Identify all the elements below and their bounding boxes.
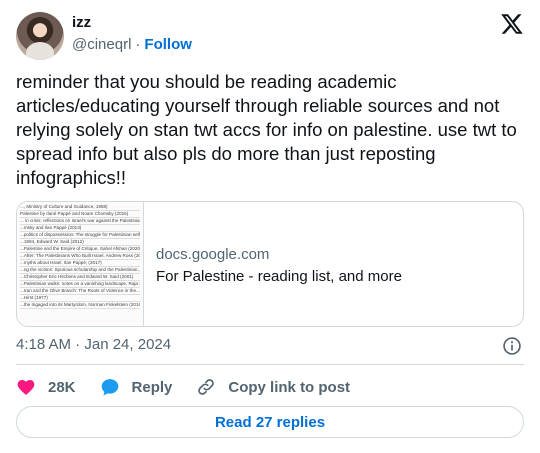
separator-dot: · bbox=[135, 36, 141, 53]
thumbnail-line: ..., Ministry of Culture and Guidance, 1… bbox=[20, 204, 140, 211]
like-button[interactable]: 28K bbox=[16, 377, 100, 397]
thumbnail-line: ...Hirst (1977) bbox=[20, 295, 140, 302]
copy-link-label: Copy link to post bbox=[228, 378, 351, 396]
link-preview-card[interactable]: ..., Ministry of Culture and Guidance, 1… bbox=[16, 201, 524, 327]
card-thumbnail: ..., Ministry of Culture and Guidance, 1… bbox=[17, 202, 144, 326]
thumbnail-line: ...msky and Ilan Pappé (2013) bbox=[20, 225, 140, 232]
thumbnail-line: ...After: The Palestinians Who Built Isr… bbox=[20, 253, 140, 260]
thumbnail-line: ...Palestinian walks: notes on a vanishi… bbox=[20, 281, 140, 288]
author-name[interactable]: izz bbox=[72, 14, 91, 31]
action-bar: 28K Reply Copy link to post bbox=[16, 374, 350, 400]
link-icon bbox=[198, 379, 215, 395]
thumbnail-line: ... in crisis: reflections on Israel's w… bbox=[20, 218, 140, 225]
thumbnail-line: ...Christopher Eric Hitchens and Edward … bbox=[20, 274, 140, 281]
read-replies-button[interactable]: Read 27 replies bbox=[16, 406, 524, 438]
reply-bubble-icon bbox=[101, 379, 118, 396]
heart-icon bbox=[17, 380, 35, 395]
thumbnail-line: ...politics of dispossession: The strugg… bbox=[20, 232, 140, 239]
reply-label: Reply bbox=[131, 378, 173, 396]
thumbnail-line: ...Palestine and the Empire of Critique,… bbox=[20, 246, 140, 253]
thumbnail-line: ...ng the victims: Spurious scholarship … bbox=[20, 267, 140, 274]
tweet-timestamp[interactable]: 4:18 AM · Jan 24, 2024 bbox=[16, 336, 171, 353]
thumbnail-line: Palestine by Ilané Pappé and Noam Chomsk… bbox=[20, 211, 140, 218]
thumbnail-line: ...myths about Israel, Ilan Pappé, (2017… bbox=[20, 260, 140, 267]
like-count: 28K bbox=[48, 378, 76, 396]
avatar[interactable] bbox=[16, 12, 64, 60]
info-icon[interactable] bbox=[502, 336, 522, 356]
author-handle-row: @cineqrl · Follow bbox=[72, 36, 192, 53]
card-domain: docs.google.com bbox=[156, 246, 270, 263]
thumbnail-line: ...1994, Edward W. Said (2012) bbox=[20, 239, 140, 246]
follow-button[interactable]: Follow bbox=[144, 36, 192, 53]
divider bbox=[16, 364, 524, 365]
copy-link-button[interactable]: Copy link to post bbox=[196, 377, 350, 397]
tweet-text: reminder that you should be reading acad… bbox=[16, 71, 517, 188]
card-title: For Palestine - reading list, and more bbox=[156, 268, 402, 285]
thumbnail-line: ...the Ingaged into its Martyrdom, Norma… bbox=[20, 302, 140, 309]
x-logo-icon[interactable] bbox=[500, 12, 524, 36]
thumbnail-line: ...Iran and the Olive Branch: The Roots … bbox=[20, 288, 140, 295]
reply-button[interactable]: Reply bbox=[100, 377, 197, 397]
author-handle[interactable]: @cineqrl bbox=[72, 36, 131, 53]
